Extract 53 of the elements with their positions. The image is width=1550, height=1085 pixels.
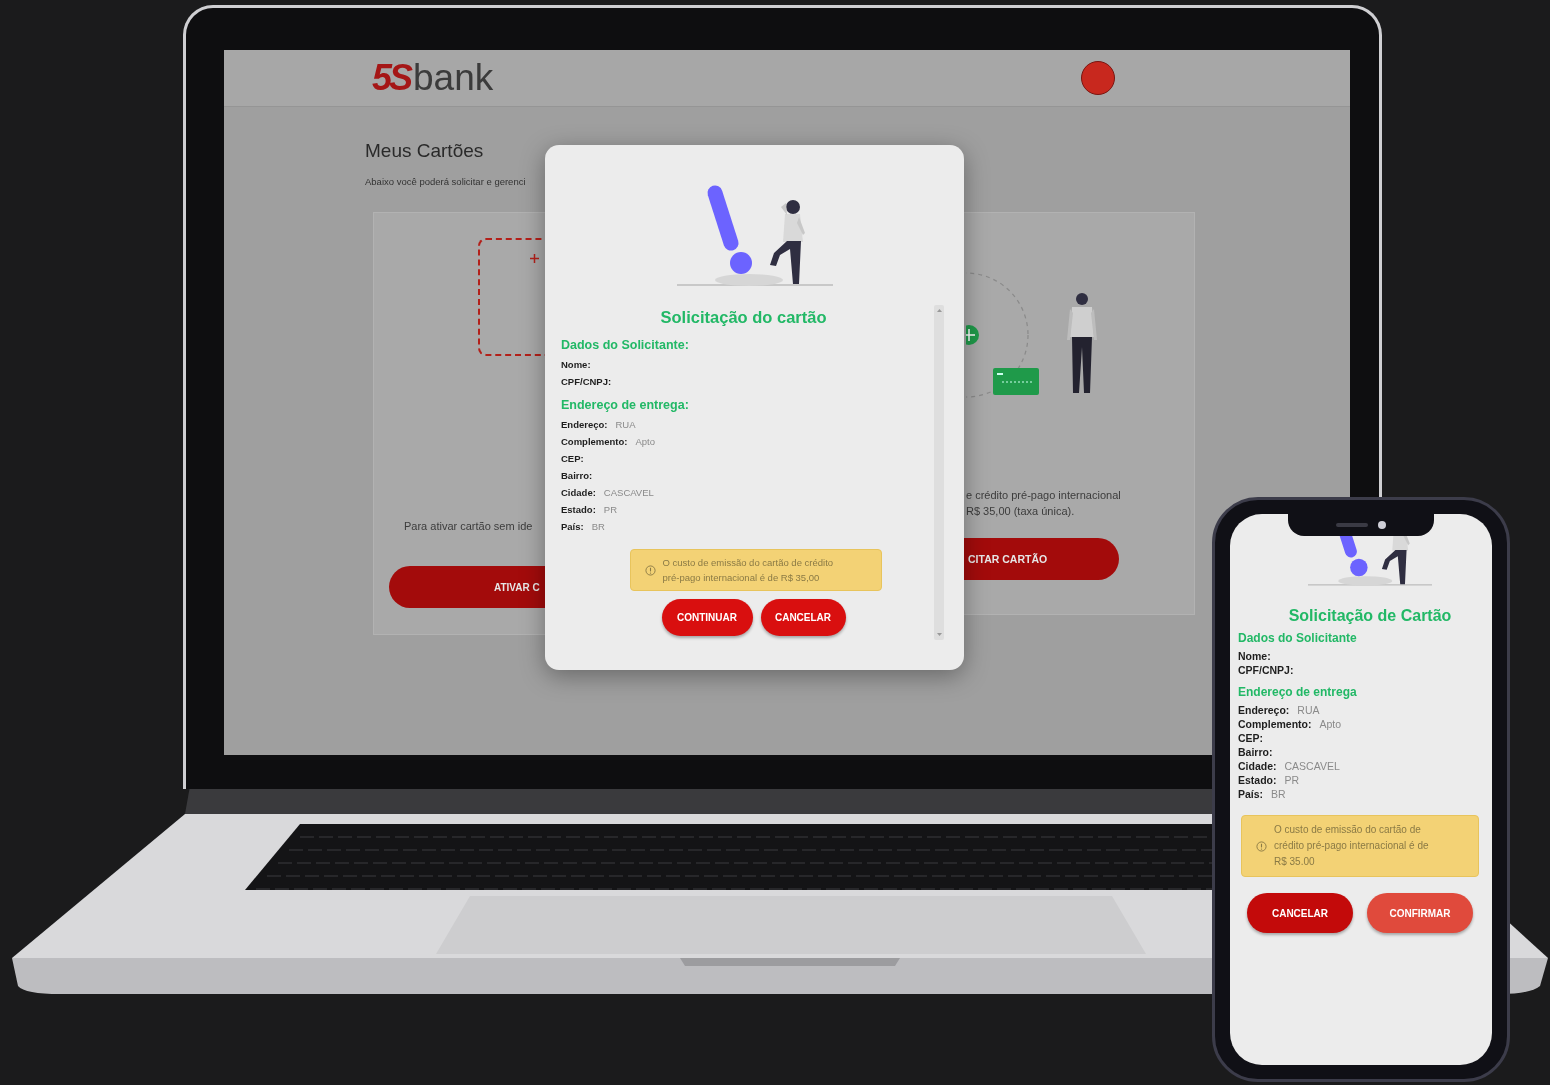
field-label: CEP: [1238,732,1264,744]
field-label: País: [561,521,584,532]
field-value: CASCAVEL [1284,760,1340,772]
field-label: Estado: [561,504,596,515]
section-heading: Endereço de entrega: [561,398,690,412]
field-value: CASCAVEL [603,487,654,498]
field-label: Complemento: [1238,718,1312,730]
logo-wordmark: bank [413,57,494,99]
section-heading: Endereço de entrega [1238,685,1358,699]
field-label: CPF/CNPJ: [1238,664,1294,676]
field-label: Bairro: [561,470,593,481]
dialog-title: Solicitação do cartão [659,308,828,327]
field-label: Cidade: [561,487,596,498]
phone-action-button[interactable]: CANCELAR [1247,893,1353,933]
field-label: Endereço: [561,419,608,430]
scrollbar[interactable] [934,305,944,640]
field-label: CPF/CNPJ: [561,376,612,387]
avatar[interactable] [1081,61,1115,95]
notice-text: O custo de emissão do cartão de crédito pré-pago internacional é de R$ 35,00 [662,556,834,586]
field-value: PR [603,504,618,515]
card-description: R$ 35,00 (taxa única). [966,504,1076,519]
field-label: País: [1238,788,1264,800]
section-heading: Dados do Solicitante: [561,338,690,352]
field-label: Cidade: [1238,760,1277,772]
section-heading: Dados do Solicitante [1238,631,1358,645]
field-label: Nome: [561,359,591,370]
field-value: Apto [635,436,656,447]
notice-text: O custo de emissão do cartão de crédito pré-pago internacional é de R$ 35.00 [1274,823,1429,869]
page-title: Meus Cartões [365,140,485,162]
field-label: Bairro: [1238,746,1273,758]
logo-mark: 5S [372,57,411,99]
field-value: BR [591,521,605,532]
scroll-down-icon[interactable] [936,633,942,636]
field-value: Apto [1319,718,1342,730]
field-value: BR [1271,788,1286,800]
card-description: e crédito pré-pago internacional [966,488,1122,503]
page-subtitle: Abaixo você poderá solicitar e gerenci [365,176,527,187]
field-value: RUA [615,419,636,430]
dialog-button[interactable]: CONTINUAR [661,599,753,637]
dialog-title: Solicitação de Cartão [1287,607,1453,625]
field-label: Estado: [1238,774,1277,786]
phone-action-button[interactable]: CONFIRMAR [1367,893,1473,933]
field-label: Complemento: [561,436,628,447]
field-value: RUA [1297,704,1320,716]
field-label: Endereço: [1238,704,1290,716]
field-label: Nome: [1238,650,1271,662]
dialog-button[interactable]: CANCELAR [760,599,846,637]
info-icon [644,564,656,576]
info-icon [1256,840,1267,852]
field-value: PR [1284,774,1300,786]
scroll-up-icon[interactable] [936,309,942,312]
field-label: CEP: [561,453,584,464]
plus-icon [530,254,539,263]
